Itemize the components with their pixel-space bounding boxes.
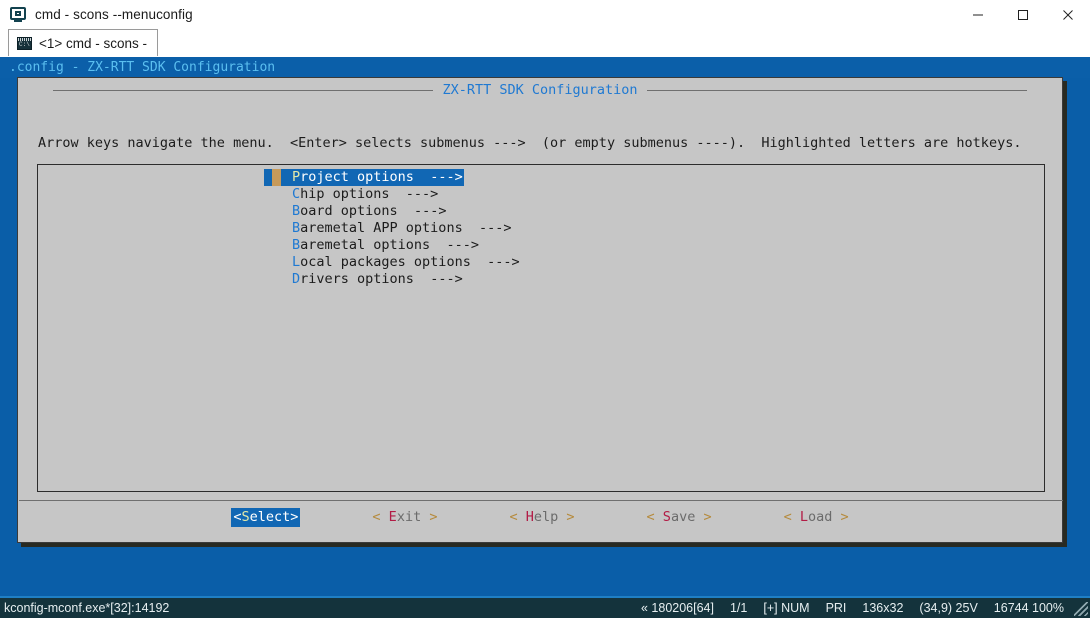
menu-item-baremetal-options[interactable]: Baremetal options ---> xyxy=(264,237,520,254)
minimize-button[interactable] xyxy=(955,0,1000,29)
conemu-window: cmd - scons --menuconfig <1> cmd - scons… xyxy=(0,0,1090,618)
button-hotkey: S xyxy=(241,508,250,525)
tab-label: <1> cmd - scons - xyxy=(39,35,148,51)
dialog-title-bar: ZX-RTT SDK Configuration xyxy=(18,81,1062,99)
tab-console-1[interactable]: <1> cmd - scons - xyxy=(8,29,158,56)
submenu-arrow: ---> xyxy=(413,271,463,287)
bracket-open: < xyxy=(646,508,663,525)
status-num-lock: [+] NUM xyxy=(763,601,810,615)
button-hotkey: S xyxy=(662,508,671,525)
menu-item-hotkey: B xyxy=(292,237,301,253)
dialog-button-row: <Select> < Exit > < Help > < Save > < Lo… xyxy=(18,506,1062,528)
window-controls xyxy=(955,0,1090,29)
status-size: 136x32 xyxy=(862,601,904,615)
select-button[interactable]: <Select> xyxy=(231,507,301,527)
status-console-count: 1/1 xyxy=(729,601,748,615)
submenu-arrow: ---> xyxy=(470,254,520,270)
bracket-close: > xyxy=(421,508,438,525)
menuconfig-header-text: .config - ZX-RTT SDK Configuration xyxy=(9,60,276,75)
bracket-open: < xyxy=(372,508,389,525)
dialog-title: ZX-RTT SDK Configuration xyxy=(442,82,638,98)
status-bar: kconfig-mconf.exe*[32]:14192 « 180206[64… xyxy=(0,596,1090,618)
menu-item-label: rivers options xyxy=(300,271,414,287)
button-hotkey: L xyxy=(799,508,808,525)
submenu-arrow: ---> xyxy=(389,186,439,202)
console-tab-icon xyxy=(17,36,32,50)
button-label: elp xyxy=(533,508,559,525)
help-line-1: Arrow keys navigate the menu. <Enter> se… xyxy=(38,134,1022,151)
bracket-close: > xyxy=(832,508,849,525)
console-area: .config - ZX-RTT SDK Configuration ZX-RT… xyxy=(0,57,1090,596)
menu-item-hotkey: B xyxy=(292,220,301,236)
bracket-close: > xyxy=(290,508,299,525)
menu-item-hotkey: B xyxy=(292,203,301,219)
title-rule-right xyxy=(646,89,1027,91)
button-hotkey: E xyxy=(388,508,397,525)
status-items: « 180206[64] 1/1 [+] NUM PRI 136x32 (34,… xyxy=(633,598,1072,618)
button-label: xit xyxy=(396,508,422,525)
maximize-button[interactable] xyxy=(1000,0,1045,29)
tab-strip: <1> cmd - scons - 1 xyxy=(0,29,1090,82)
submenu-arrow: ---> xyxy=(430,237,479,253)
menu-item-label: ocal packages options xyxy=(300,254,471,270)
menu-item-label: aremetal options xyxy=(300,237,431,253)
window-title: cmd - scons --menuconfig xyxy=(35,7,193,22)
save-button[interactable]: < Save > xyxy=(647,508,712,527)
button-hotkey: H xyxy=(525,508,534,525)
menu-item-project-options[interactable]: Project options ---> xyxy=(264,169,464,186)
submenu-arrow: ---> xyxy=(413,169,463,185)
menu-item-label: aremetal APP options xyxy=(300,220,463,236)
button-label: elect xyxy=(249,508,291,525)
submenu-arrow: ---> xyxy=(462,220,512,236)
button-label: oad xyxy=(808,508,833,525)
bracket-open: < xyxy=(509,508,526,525)
menu-item-board-options[interactable]: Board options ---> xyxy=(264,203,520,220)
menuconfig-dialog: ZX-RTT SDK Configuration Arrow keys navi… xyxy=(17,77,1063,543)
menu-item-hotkey: D xyxy=(292,271,301,287)
status-build: « 180206[64] xyxy=(640,601,714,615)
menu-item-drivers-options[interactable]: Drivers options ---> xyxy=(264,271,520,288)
selection-cursor-marker xyxy=(272,169,281,186)
submenu-arrow: ---> xyxy=(397,203,447,219)
title-bar: cmd - scons --menuconfig xyxy=(0,0,1090,29)
menu-list-box[interactable]: Project options ---> Chip options ---> B… xyxy=(37,164,1045,492)
menu-item-local-packages-options[interactable]: Local packages options ---> xyxy=(264,254,520,271)
menu-item-label: oard options xyxy=(300,203,398,219)
console-monitor-icon xyxy=(10,6,26,23)
close-button[interactable] xyxy=(1045,0,1090,29)
status-memory-zoom: 16744 100% xyxy=(993,601,1064,615)
menu-item-label: hip options xyxy=(300,186,390,202)
bracket-close: > xyxy=(558,508,575,525)
status-process: kconfig-mconf.exe*[32]:14192 xyxy=(4,601,170,615)
title-rule-left xyxy=(53,89,434,91)
menu-item-baremetal-app-options[interactable]: Baremetal APP options ---> xyxy=(264,220,520,237)
menu-item-label: roject options xyxy=(300,169,414,185)
bracket-open: < xyxy=(783,508,800,525)
menu-item-hotkey: P xyxy=(292,169,301,185)
button-label: ave xyxy=(670,508,696,525)
menuconfig-header-line: .config - ZX-RTT SDK Configuration xyxy=(0,57,1090,78)
exit-button[interactable]: < Exit > xyxy=(372,508,437,527)
status-priority: PRI xyxy=(825,601,847,615)
menu-item-hotkey: C xyxy=(292,186,301,202)
menu-item-chip-options[interactable]: Chip options ---> xyxy=(264,186,520,203)
dialog-separator xyxy=(19,500,1063,501)
menu-items: Project options ---> Chip options ---> B… xyxy=(264,169,520,288)
menu-item-hotkey: L xyxy=(292,254,301,270)
load-button[interactable]: < Load > xyxy=(784,508,849,527)
bracket-close: > xyxy=(695,508,712,525)
status-cursor-position: (34,9) 25V xyxy=(919,601,978,615)
help-button[interactable]: < Help > xyxy=(509,508,574,527)
resize-grip[interactable] xyxy=(1074,602,1088,616)
